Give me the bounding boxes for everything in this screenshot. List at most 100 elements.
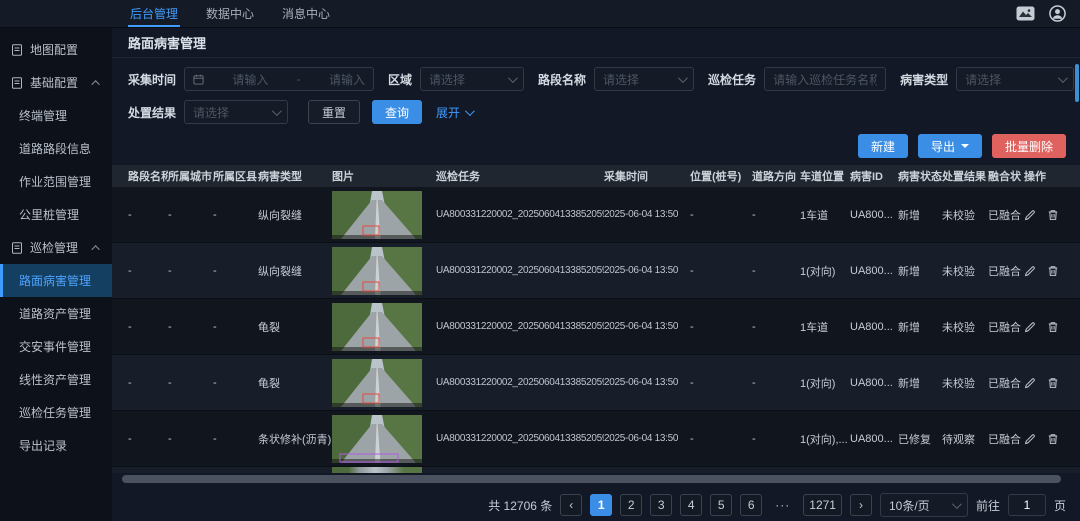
cell-location: - bbox=[690, 265, 752, 277]
edit-icon[interactable] bbox=[1024, 321, 1036, 333]
collect-time-range-input[interactable]: 请输入 - 请输入 bbox=[184, 67, 374, 91]
action-buttons: 新建 导出 批量删除 bbox=[112, 133, 1080, 165]
edit-icon[interactable] bbox=[1024, 209, 1036, 221]
sidebar-item-4[interactable]: 作业范围管理 bbox=[0, 165, 112, 198]
edit-icon[interactable] bbox=[1024, 433, 1036, 445]
road-photo-thumbnail[interactable] bbox=[332, 415, 422, 463]
cell-disease-id: UA800... bbox=[850, 209, 898, 221]
disease-type-select[interactable]: 请选择 bbox=[956, 67, 1074, 91]
cell-location: - bbox=[690, 209, 752, 221]
cell-actions bbox=[1024, 209, 1070, 221]
delete-icon[interactable] bbox=[1047, 433, 1059, 445]
sidebar-item-8[interactable]: 道路资产管理 bbox=[0, 297, 112, 330]
base-config-icon bbox=[11, 77, 23, 89]
delete-icon[interactable] bbox=[1047, 209, 1059, 221]
sidebar-item-2[interactable]: 终端管理 bbox=[0, 99, 112, 132]
cell-time: 2025-06-04 13:50 bbox=[604, 209, 690, 220]
cell-image bbox=[332, 191, 436, 239]
result-select[interactable]: 请选择 bbox=[184, 100, 288, 124]
road-photo-thumbnail[interactable] bbox=[332, 247, 422, 295]
cell-location: - bbox=[690, 433, 752, 445]
user-avatar-icon[interactable] bbox=[1049, 5, 1066, 22]
disease-type-placeholder: 请选择 bbox=[965, 71, 1001, 88]
reset-button[interactable]: 重置 bbox=[308, 100, 360, 124]
delete-icon[interactable] bbox=[1047, 265, 1059, 277]
cell-lane: 1车道 bbox=[800, 319, 850, 335]
task-filter: 巡检任务 请输入巡检任务名称 bbox=[708, 67, 886, 91]
batch-delete-button[interactable]: 批量删除 bbox=[992, 134, 1066, 158]
sidebar-item-6[interactable]: 巡检管理 bbox=[0, 231, 112, 264]
sidebar-item-9[interactable]: 交安事件管理 bbox=[0, 330, 112, 363]
road-photo-thumbnail[interactable] bbox=[332, 191, 422, 239]
page-button-1271[interactable]: 1271 bbox=[803, 494, 842, 516]
page-button-6[interactable]: 6 bbox=[740, 494, 762, 516]
result-placeholder: 请选择 bbox=[193, 104, 229, 121]
cell-road: - bbox=[112, 377, 168, 389]
cell-status: 新增 bbox=[898, 375, 942, 391]
end-date-placeholder[interactable]: 请输入 bbox=[329, 71, 365, 88]
edit-icon[interactable] bbox=[1024, 377, 1036, 389]
edit-icon[interactable] bbox=[1024, 265, 1036, 277]
cell-image bbox=[332, 415, 436, 463]
cell-status: 新增 bbox=[898, 319, 942, 335]
road-name-select[interactable]: 请选择 bbox=[594, 67, 694, 91]
table-row-0: ---纵向裂缝UA800331220002_202506041338520592… bbox=[112, 187, 1080, 243]
next-page-button[interactable]: › bbox=[850, 494, 872, 516]
page-ellipsis: ··· bbox=[770, 494, 795, 516]
region-select[interactable]: 请选择 bbox=[420, 67, 524, 91]
region-label: 区域 bbox=[388, 71, 412, 88]
page-size-select[interactable]: 10条/页 bbox=[880, 493, 968, 517]
table-row-partial bbox=[112, 467, 1080, 473]
page-button-2[interactable]: 2 bbox=[620, 494, 642, 516]
road-photo-thumbnail[interactable] bbox=[332, 303, 422, 351]
horizontal-scrollbar-thumb[interactable] bbox=[122, 475, 1061, 483]
top-tab-2[interactable]: 消息中心 bbox=[268, 0, 344, 27]
expand-link[interactable]: 展开 bbox=[436, 104, 472, 121]
cell-time: 2025-06-04 13:50 bbox=[604, 433, 690, 444]
cell-county: - bbox=[213, 209, 258, 221]
page-button-3[interactable]: 3 bbox=[650, 494, 672, 516]
vertical-scrollbar-thumb[interactable] bbox=[1075, 64, 1079, 102]
sidebar-item-3[interactable]: 道路路段信息 bbox=[0, 132, 112, 165]
create-button[interactable]: 新建 bbox=[858, 134, 908, 158]
page-button-5[interactable]: 5 bbox=[710, 494, 732, 516]
column-header-5: 巡检任务 bbox=[436, 168, 604, 184]
screen-icon[interactable] bbox=[1016, 6, 1035, 21]
sidebar-item-5[interactable]: 公里桩管理 bbox=[0, 198, 112, 231]
cell-road: - bbox=[112, 433, 168, 445]
prev-page-button[interactable]: ‹ bbox=[560, 494, 582, 516]
cell-direction: - bbox=[752, 209, 800, 221]
cell-lane: 1(对向) bbox=[800, 375, 850, 391]
road-photo-thumbnail[interactable] bbox=[332, 359, 422, 407]
sidebar-item-1[interactable]: 基础配置 bbox=[0, 66, 112, 99]
cell-fusion: 已融合 bbox=[988, 375, 1024, 391]
inspection-icon bbox=[11, 242, 23, 254]
result-label: 处置结果 bbox=[128, 104, 176, 121]
collect-time-filter: 采集时间 请输入 - 请输入 bbox=[128, 67, 374, 91]
cell-disease-id: UA800... bbox=[850, 433, 898, 445]
sidebar-item-7[interactable]: 路面病害管理 bbox=[0, 264, 112, 297]
top-tab-1[interactable]: 数据中心 bbox=[192, 0, 268, 27]
chevron-down-icon bbox=[678, 73, 688, 83]
delete-icon[interactable] bbox=[1047, 321, 1059, 333]
sidebar-item-10[interactable]: 线性资产管理 bbox=[0, 363, 112, 396]
page-size-value: 10条/页 bbox=[889, 497, 930, 514]
sidebar-item-0[interactable]: 地图配置 bbox=[0, 33, 112, 66]
cell-result: 未校验 bbox=[942, 207, 988, 223]
start-date-placeholder[interactable]: 请输入 bbox=[232, 71, 268, 88]
sidebar-item-11[interactable]: 巡检任务管理 bbox=[0, 396, 112, 429]
delete-icon[interactable] bbox=[1047, 377, 1059, 389]
column-header-0: 路段名称 bbox=[112, 168, 168, 184]
cell-lane: 1(对向) bbox=[800, 263, 850, 279]
search-button[interactable]: 查询 bbox=[372, 100, 422, 124]
sidebar-item-12[interactable]: 导出记录 bbox=[0, 429, 112, 462]
goto-page-input[interactable]: 1 bbox=[1008, 494, 1046, 516]
page-button-4[interactable]: 4 bbox=[680, 494, 702, 516]
top-tab-0[interactable]: 后台管理 bbox=[116, 0, 192, 27]
sidebar-item-label: 导出记录 bbox=[19, 437, 67, 454]
cell-image bbox=[332, 359, 436, 407]
export-button[interactable]: 导出 bbox=[918, 134, 982, 158]
cell-image bbox=[332, 247, 436, 295]
page-button-1[interactable]: 1 bbox=[590, 494, 612, 516]
task-input[interactable]: 请输入巡检任务名称 bbox=[764, 67, 886, 91]
